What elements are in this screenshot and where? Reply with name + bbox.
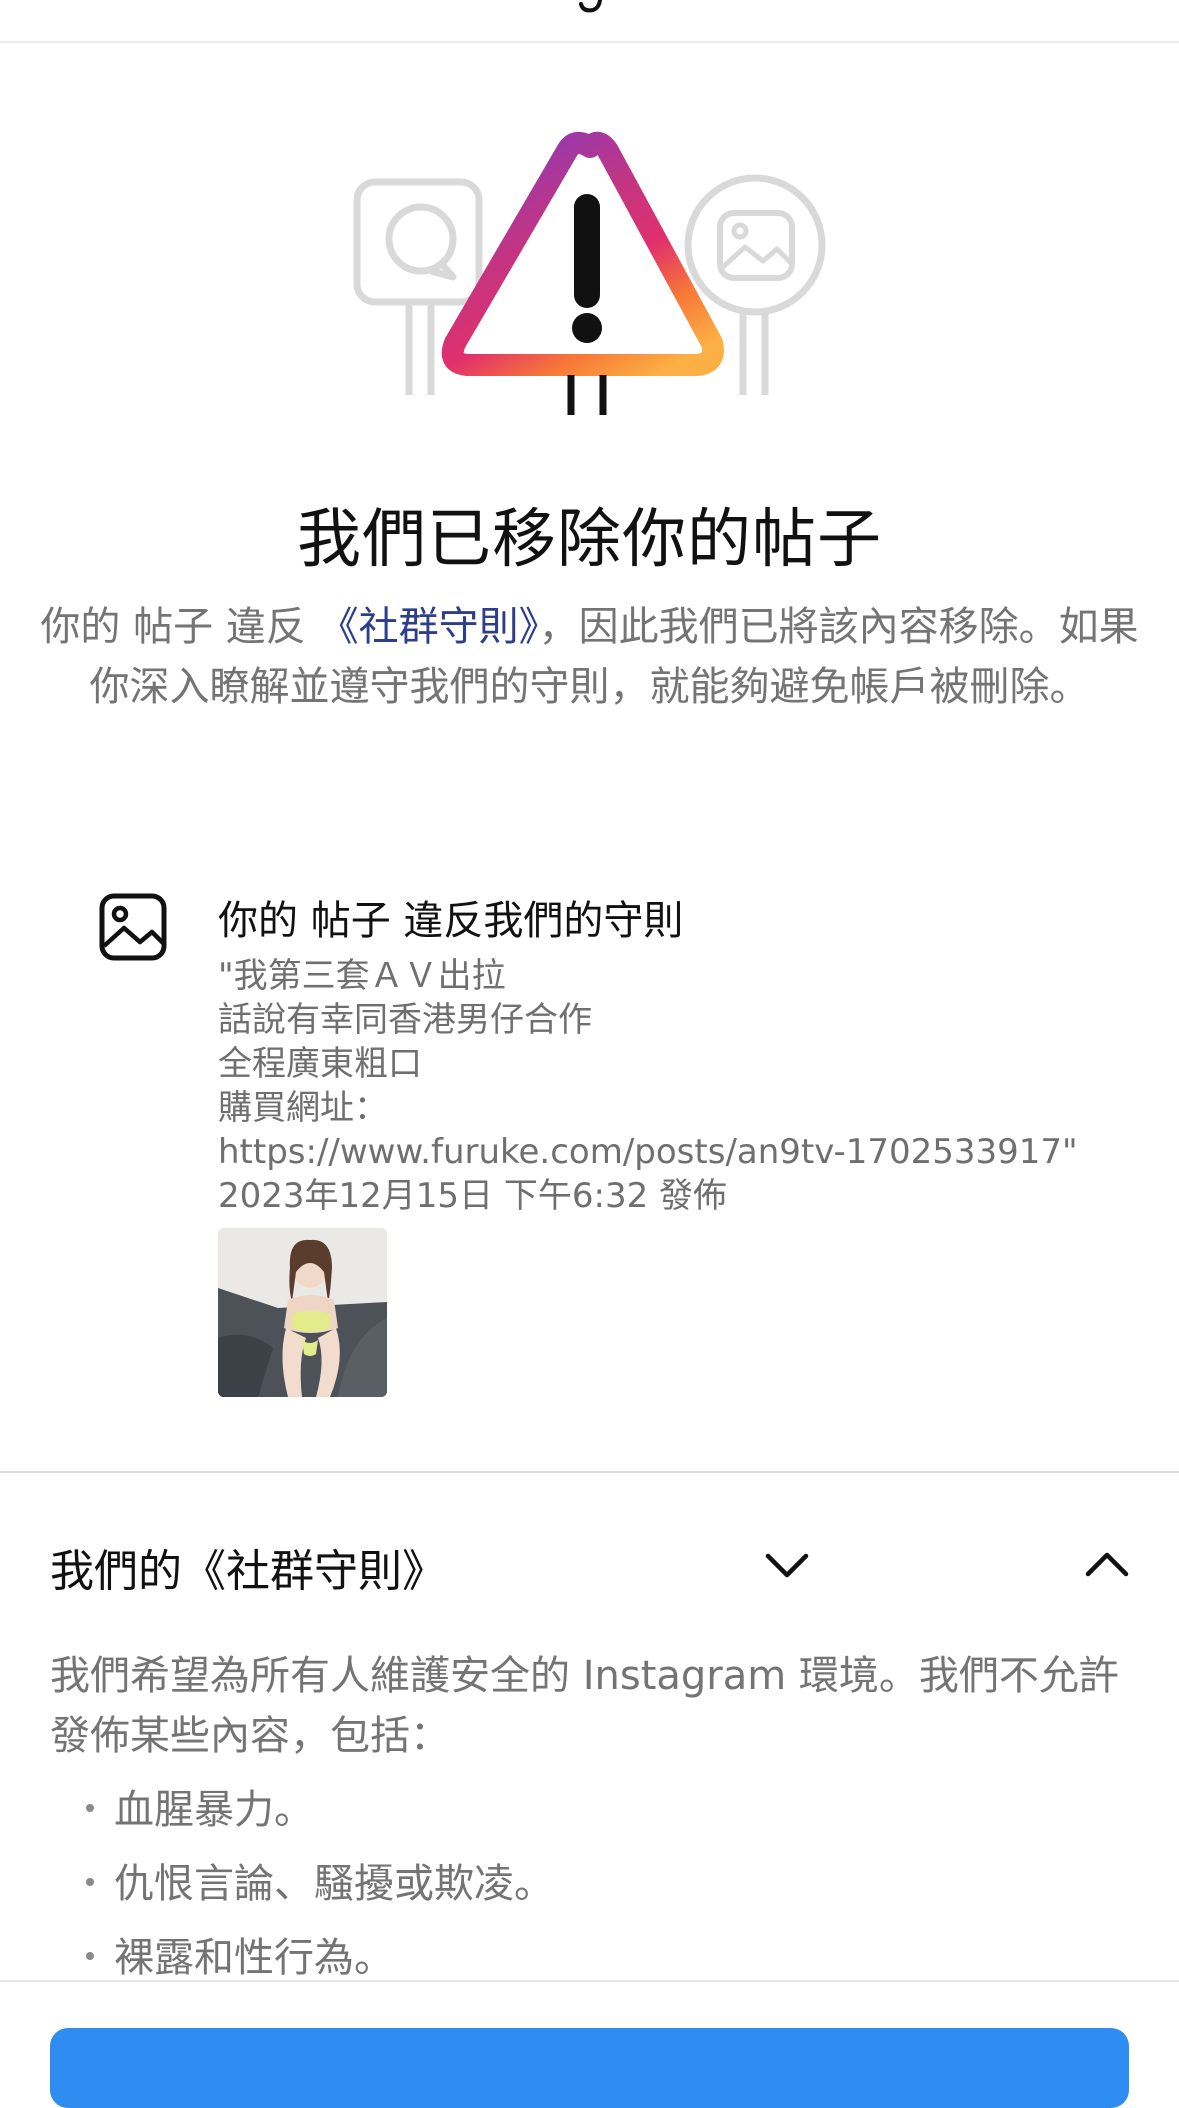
post-thumbnail[interactable]	[218, 1228, 387, 1397]
bullet-icon	[86, 1804, 94, 1812]
footer-divider	[0, 1980, 1179, 1982]
list-item-text: 裸露和性行為。	[114, 1935, 394, 1981]
caption-line: https://www.furuke.com/posts/an9tv-17025…	[218, 1132, 1078, 1172]
caption-line: 購買網址：	[218, 1088, 388, 1128]
instagram-logo	[579, 0, 603, 13]
guidelines-section-title: 我們的《社群守則》	[50, 1546, 446, 1597]
image-icon	[99, 893, 167, 961]
post-timestamp: 2023年12月15日 下午6:32 發佈	[218, 1176, 728, 1216]
app-header	[0, 0, 1179, 43]
bullet-icon	[86, 1952, 94, 1960]
warning-triangle-icon	[441, 131, 724, 415]
warning-illustration	[353, 131, 826, 415]
guidelines-list: 血腥暴力。 仇恨言論、騷擾或欺凌。 裸露和性行為。	[86, 1780, 554, 2002]
primary-action-button[interactable]	[50, 2028, 1129, 2108]
list-item-text: 仇恨言論、騷擾或欺凌。	[114, 1861, 554, 1907]
caption-line: 全程廣東粗口	[218, 1044, 422, 1084]
list-item: 裸露和性行為。	[86, 1928, 554, 2002]
guidelines-intro: 我們希望為所有人維護安全的 Instagram 環境。我們不允許發佈某些內容，包…	[50, 1653, 1119, 1759]
community-guidelines-link[interactable]: 《社群守則》	[319, 604, 539, 650]
post-caption: "我第三套ＡＶ出拉 話說有幸同香港男仔合作 全程廣東粗口 購買網址： https…	[218, 954, 1118, 1218]
page-title: 我們已移除你的帖子	[297, 503, 882, 577]
caption-line: "我第三套ＡＶ出拉	[218, 956, 506, 996]
removal-description: 你的 帖子 違反 《社群守則》，因此我們已將該內容移除。如果你深入瞭解並遵守我們…	[40, 597, 1139, 717]
list-item: 仇恨言論、騷擾或欺凌。	[86, 1854, 554, 1928]
chevron-up-icon[interactable]	[1082, 1540, 1132, 1590]
caption-line: 話說有幸同香港男仔合作	[218, 1000, 592, 1040]
bullet-icon	[86, 1878, 94, 1886]
description-text: 你的 帖子 違反	[40, 604, 319, 650]
chevron-down-icon[interactable]	[762, 1540, 812, 1590]
post-violation-heading: 你的 帖子 違反我們的守則	[218, 898, 684, 944]
section-divider	[0, 1471, 1179, 1473]
list-item: 血腥暴力。	[86, 1780, 554, 1854]
list-item-text: 血腥暴力。	[114, 1787, 314, 1833]
